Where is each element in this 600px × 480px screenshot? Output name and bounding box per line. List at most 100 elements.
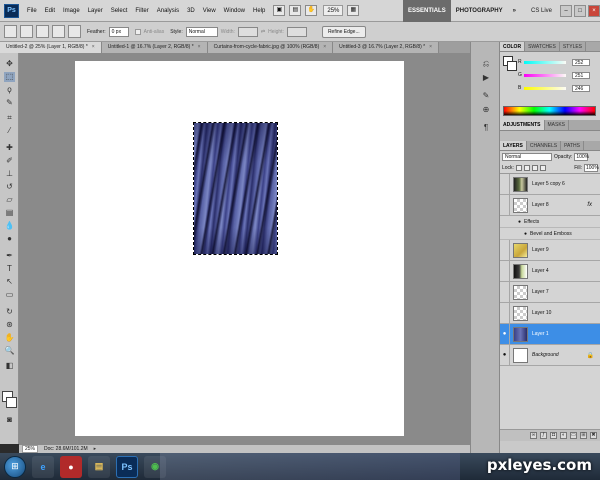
tab-channels[interactable]: CHANNELS [527, 141, 562, 150]
style-dropdown[interactable]: Normal [185, 26, 218, 37]
lock-all-icon[interactable] [539, 165, 546, 171]
brushes-panel-icon[interactable]: ✎ [480, 90, 492, 101]
dodge-tool-icon[interactable]: ● [4, 234, 15, 244]
gradient-tool-icon[interactable]: ▤ [4, 208, 15, 218]
visibility-toggle-icon[interactable] [500, 281, 510, 303]
red-slider[interactable] [524, 60, 566, 64]
workspace-essentials[interactable]: ESSENTIALS [403, 0, 451, 22]
menu-help[interactable]: Help [249, 0, 269, 22]
zoom-tool-icon[interactable]: 🔍 [4, 346, 15, 356]
tab-untitled-2[interactable]: Untitled-2 @ 25% (Layer 1, RGB/8) * × [0, 42, 102, 53]
close-button[interactable]: × [588, 4, 600, 17]
fx-icon[interactable]: fx [587, 202, 592, 208]
photoshop-taskbar-icon[interactable]: Ps [116, 455, 138, 478]
layer-row[interactable]: Layer 10 [500, 302, 600, 324]
blue-fabric-image-selection[interactable] [193, 122, 278, 255]
delete-layer-icon[interactable]: ✖ [590, 432, 597, 439]
zoom-level-dropdown[interactable]: 25% [323, 5, 344, 16]
intersect-selection-icon[interactable] [68, 25, 81, 38]
tab-curtains-fabric[interactable]: Curtains-from-cycle-fabric.jpg @ 100% (R… [207, 42, 334, 53]
layer-row-selected[interactable]: ● Layer 1 [500, 323, 600, 345]
lasso-tool-icon[interactable]: ϙ [4, 85, 15, 95]
tab-styles[interactable]: STYLES [560, 42, 587, 51]
visibility-toggle-icon[interactable] [500, 260, 510, 282]
effects-eye-icon[interactable]: ● [518, 216, 521, 227]
lock-position-icon[interactable] [531, 165, 538, 171]
actions-panel-icon[interactable]: ▶ [480, 72, 492, 83]
workspace-more[interactable]: » [508, 0, 521, 22]
brush-tool-icon[interactable]: ✐ [4, 156, 15, 166]
document-canvas[interactable] [75, 61, 404, 436]
menu-image[interactable]: Image [59, 0, 84, 22]
color-spectrum-ramp[interactable] [503, 106, 596, 116]
tab-close-icon[interactable]: × [323, 42, 326, 53]
swap-icon[interactable]: ⇄ [261, 29, 265, 35]
fill-input[interactable]: 100% [584, 164, 599, 172]
quick-selection-tool-icon[interactable]: ✎ [4, 98, 15, 108]
visibility-toggle-icon[interactable] [500, 173, 510, 195]
minibridge-icon[interactable]: ▤ [289, 5, 302, 16]
menu-view[interactable]: View [199, 0, 220, 22]
blur-tool-icon[interactable]: 💧 [4, 221, 15, 231]
background-color-swatch[interactable] [6, 397, 17, 408]
history-panel-icon[interactable]: ⎌ [480, 58, 492, 69]
layer-row[interactable]: Layer 8 fx [500, 194, 600, 216]
history-brush-tool-icon[interactable]: ↺ [4, 182, 15, 192]
tab-untitled-3[interactable]: Untitled-3 @ 16.7% (Layer 2, RGB/8) * × [333, 42, 440, 53]
lock-image-icon[interactable] [523, 165, 530, 171]
layer-row[interactable]: Layer 7 [500, 281, 600, 303]
tab-masks[interactable]: MASKS [545, 120, 570, 130]
hand-icon[interactable]: ✋ [305, 5, 318, 16]
effects-row[interactable]: ● Effects [500, 216, 600, 228]
opacity-input[interactable]: 100% [574, 153, 589, 161]
menu-select[interactable]: Select [107, 0, 132, 22]
tab-close-icon[interactable]: × [198, 42, 201, 53]
color-background-swatch[interactable] [507, 61, 517, 71]
restore-button[interactable]: □ [574, 4, 586, 17]
add-mask-icon[interactable]: ◘ [550, 432, 557, 439]
layer-row[interactable]: Layer 5 copy 6 [500, 173, 600, 195]
status-zoom-field[interactable]: 25% [22, 445, 39, 453]
blue-slider[interactable] [524, 86, 566, 90]
new-selection-icon[interactable] [20, 25, 33, 38]
hand-tool-icon[interactable]: ✋ [4, 333, 15, 343]
3d-orbit-tool-icon[interactable]: ⊛ [4, 320, 15, 330]
folder-icon[interactable]: ▤ [88, 455, 110, 478]
eyedropper-tool-icon[interactable]: ⁄ [4, 126, 15, 136]
3d-rotate-tool-icon[interactable]: ↻ [4, 307, 15, 317]
crop-tool-icon[interactable]: ⌗ [4, 113, 15, 123]
pen-tool-icon[interactable]: ✒ [4, 251, 15, 261]
bridge-icon[interactable]: ▣ [273, 5, 286, 16]
tab-swatches[interactable]: SWATCHES [525, 42, 560, 51]
marquee-tool-icon[interactable]: ⬚ [4, 72, 15, 82]
add-selection-icon[interactable] [36, 25, 49, 38]
cs-live-button[interactable]: CS Live [525, 8, 558, 14]
link-layers-icon[interactable]: ∞ [530, 432, 537, 439]
menu-analysis[interactable]: Analysis [153, 0, 183, 22]
arrange-documents-icon[interactable]: ▦ [347, 5, 360, 16]
tab-untitled-1[interactable]: Untitled-1 @ 16.7% (Layer 2, RGB/8) * × [101, 42, 208, 53]
effect-bevel-row[interactable]: ● Bevel and Emboss [500, 228, 600, 240]
lock-transparent-icon[interactable] [515, 165, 522, 171]
tab-adjustments[interactable]: ADJUSTMENTS [500, 120, 545, 130]
blue-value[interactable]: 246 [572, 84, 590, 92]
feather-input[interactable]: 0 px [108, 26, 129, 37]
default-colors-icon[interactable]: ◧ [4, 361, 15, 371]
new-layer-icon[interactable]: ⊞ [580, 432, 587, 439]
visibility-toggle-icon[interactable] [500, 239, 510, 261]
visibility-toggle-icon[interactable] [500, 302, 510, 324]
visibility-toggle-icon[interactable]: ● [500, 323, 510, 345]
layer-row[interactable]: Layer 4 [500, 260, 600, 282]
blend-mode-dropdown[interactable]: Normal [502, 153, 552, 161]
menu-filter[interactable]: Filter [131, 0, 152, 22]
red-value[interactable]: 252 [572, 58, 590, 66]
subtract-selection-icon[interactable] [52, 25, 65, 38]
visibility-toggle-icon[interactable] [500, 194, 510, 216]
tab-layers[interactable]: LAYERS [500, 141, 527, 150]
green-slider[interactable] [524, 73, 566, 77]
marquee-tool-preset-icon[interactable] [4, 25, 17, 38]
height-input[interactable] [286, 26, 307, 37]
add-style-icon[interactable]: ƒ [540, 432, 547, 439]
adjustment-layer-icon[interactable]: ◐ [560, 432, 567, 439]
visibility-toggle-icon[interactable]: ● [500, 344, 510, 366]
